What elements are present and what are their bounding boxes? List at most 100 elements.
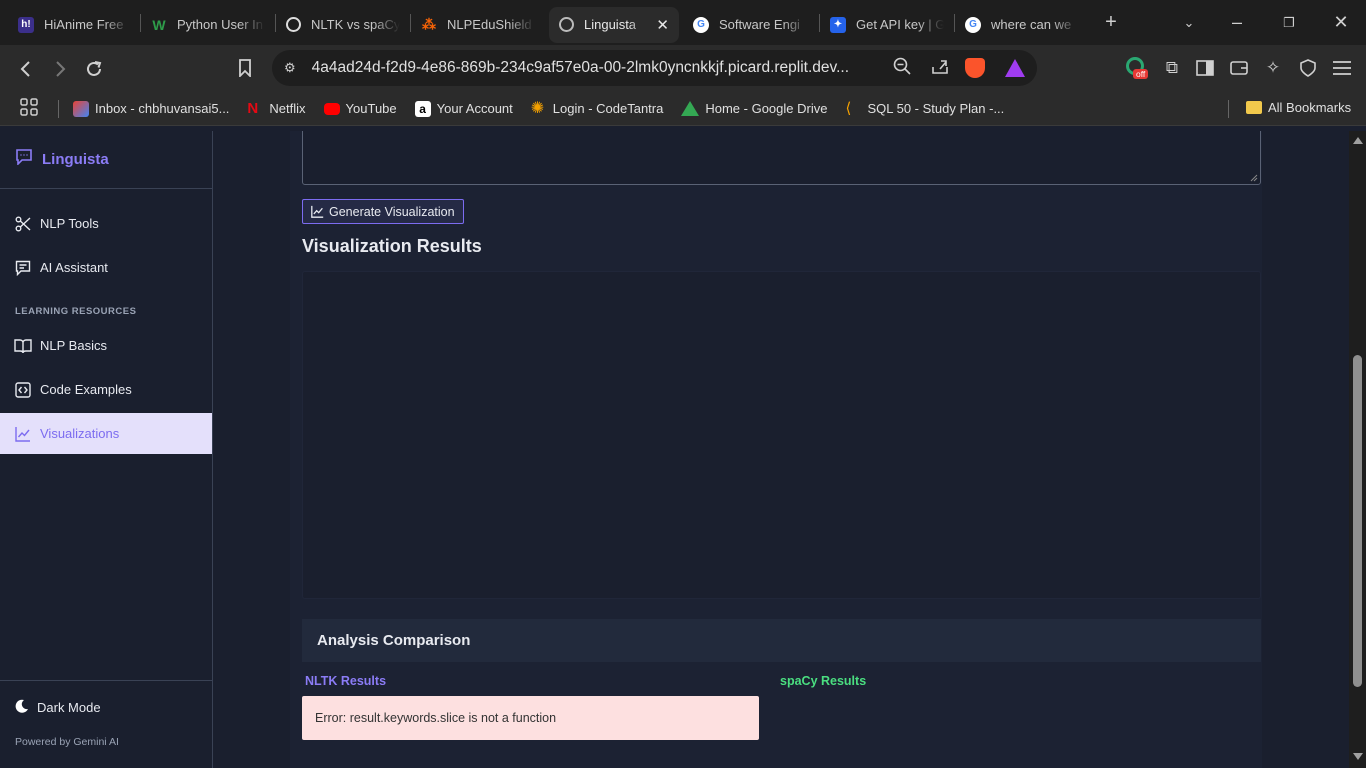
sidebar-footer: Dark Mode Powered by Gemini AI [0, 680, 212, 768]
bookmark-leetcode[interactable]: ⟨ SQL 50 - Study Plan -... [845, 99, 1004, 117]
sidebar-item-nlp-tools[interactable]: NLP Tools [0, 203, 212, 244]
bookmark-google-drive[interactable]: Home - Google Drive [681, 101, 827, 116]
browser-tab[interactable]: h! HiAnime Free [8, 7, 140, 43]
scroll-down-arrow-icon[interactable] [1353, 753, 1363, 760]
scroll-up-arrow-icon[interactable] [1353, 137, 1363, 144]
visualization-results-title: Visualization Results [302, 236, 482, 256]
reload-icon[interactable] [80, 55, 108, 83]
chatgpt-favicon-icon [286, 17, 301, 32]
brave-rewards-icon[interactable] [1005, 59, 1025, 77]
folder-icon [1246, 101, 1262, 114]
gmail-icon [73, 100, 89, 117]
nltk-results-label: NLTK Results [305, 674, 387, 688]
vpn-shield-icon[interactable] [1294, 54, 1322, 82]
sidebar-item-label: Code Examples [40, 382, 132, 397]
bookmark-page-icon[interactable] [231, 54, 259, 82]
brand-name: Linguista [42, 151, 109, 168]
leo-ai-icon[interactable]: ✧ [1259, 54, 1287, 82]
new-tab-icon[interactable]: + [1097, 9, 1125, 37]
wallet-icon[interactable] [1225, 54, 1253, 82]
sidebar-item-nlp-basics[interactable]: NLP Basics [0, 325, 212, 366]
sidebar-item-label: NLP Tools [40, 216, 99, 231]
google-favicon-icon: G [693, 16, 709, 33]
sidebar-item-code-examples[interactable]: Code Examples [0, 369, 212, 410]
bookmark-youtube[interactable]: YouTube [323, 101, 397, 116]
message-square-icon [14, 259, 32, 277]
generate-visualization-button[interactable]: Generate Visualization [302, 199, 464, 224]
powered-by-text: Powered by Gemini AI [15, 736, 119, 748]
bookmarks-bar: Inbox - chbhuvansai5... N Netflix YouTube… [0, 92, 1366, 126]
codetantra-gear-icon: ✺ [530, 99, 545, 117]
back-icon[interactable] [12, 55, 40, 83]
globe-favicon-icon [559, 17, 574, 32]
share-icon[interactable] [931, 57, 949, 80]
apps-grid-icon[interactable] [20, 98, 38, 119]
browser-tab[interactable]: G where can we [955, 7, 1089, 43]
analysis-comparison-title: Analysis Comparison [302, 619, 1261, 662]
line-chart-icon [311, 205, 324, 218]
chat-bubble-logo-icon [15, 149, 33, 170]
close-tab-icon[interactable]: ✕ [656, 16, 669, 34]
url-text[interactable]: 4a4ad24d-f2d9-4e86-869b-234c9af57e0a-00-… [312, 59, 885, 77]
browser-tab[interactable]: ⁂ NLPEduShield [411, 7, 545, 43]
bookmark-codetantra[interactable]: ✺ Login - CodeTantra [530, 99, 664, 117]
dark-mode-toggle[interactable]: Dark Mode [0, 699, 212, 716]
spacy-results-label: spaCy Results [780, 674, 867, 688]
bookmark-netflix[interactable]: N Netflix [247, 99, 305, 117]
extension-toggle-icon[interactable]: off [1126, 57, 1150, 81]
bookmarks-divider [58, 99, 59, 118]
scrollbar-thumb[interactable] [1353, 355, 1362, 687]
amazon-icon: a [414, 100, 431, 117]
browser-toolbar: ⚙ 4a4ad24d-f2d9-4e86-869b-234c9af57e0a-0… [0, 45, 1366, 92]
sidebar-toggle-icon[interactable] [1191, 54, 1219, 82]
leetcode-icon: ⟨ [845, 99, 852, 117]
code-square-icon [14, 381, 32, 399]
error-message: Error: result.keywords.slice is not a fu… [302, 696, 759, 740]
forward-icon[interactable] [46, 55, 74, 83]
site-settings-icon[interactable]: ⚙ [284, 60, 296, 76]
all-bookmarks-folder[interactable]: All Bookmarks [1246, 100, 1351, 115]
page-scrollbar[interactable] [1349, 131, 1366, 768]
bookmark-gmail[interactable]: Inbox - chbhuvansai5... [73, 100, 229, 117]
sidebar-item-visualizations[interactable]: Visualizations [0, 413, 212, 454]
brand[interactable]: Linguista [0, 131, 212, 189]
netflix-icon: N [247, 99, 259, 117]
line-chart-icon [14, 425, 32, 443]
brave-shield-icon[interactable] [965, 58, 985, 78]
browser-tab[interactable]: NLTK vs spaCy [276, 7, 410, 43]
browser-tab[interactable]: G Software Engi [683, 7, 819, 43]
dark-mode-label: Dark Mode [37, 700, 101, 715]
restore-icon[interactable]: ❐ [1275, 9, 1303, 37]
w-favicon-icon: W [152, 16, 166, 33]
sidebar-item-label: Visualizations [40, 426, 120, 441]
resize-handle-icon[interactable] [1250, 174, 1258, 182]
main-content: Generate Visualization Visualization Res… [213, 131, 1349, 768]
extension-badge: off [1133, 69, 1149, 79]
browser-tab[interactable]: ✦ Get API key | G [820, 7, 954, 43]
browser-tab-bar: h! HiAnime Free W Python User In NLTK vs… [0, 0, 1366, 45]
sidebar-item-label: NLP Basics [40, 338, 107, 353]
bookmark-amazon[interactable]: a Your Account [414, 100, 513, 117]
moon-icon [15, 699, 29, 716]
address-bar[interactable]: ⚙ 4a4ad24d-f2d9-4e86-869b-234c9af57e0a-0… [272, 50, 1037, 86]
visualization-panel: Generate Visualization Visualization Res… [290, 131, 1262, 768]
zoom-icon[interactable] [893, 57, 911, 80]
extensions-puzzle-icon[interactable]: ⧉ [1158, 54, 1186, 82]
book-open-icon [14, 337, 32, 355]
gemini-favicon-icon: ✦ [830, 16, 846, 33]
replit-favicon-icon: ⁂ [422, 16, 436, 32]
menu-icon[interactable] [1328, 54, 1356, 82]
text-input-area[interactable] [302, 131, 1261, 185]
browser-tab[interactable]: W Python User In [141, 7, 275, 43]
youtube-icon [323, 102, 340, 115]
app-sidebar: Linguista NLP Tools AI Assistant LEARNIN… [0, 131, 213, 768]
analysis-comparison-card: Analysis Comparison NLTK Results spaCy R… [302, 619, 1261, 768]
browser-tab-active[interactable]: Linguista ✕ [549, 6, 679, 43]
section-label: LEARNING RESOURCES [15, 306, 137, 317]
visualization-canvas [302, 271, 1261, 599]
close-window-icon[interactable]: ✕ [1327, 9, 1355, 37]
scissors-icon [14, 215, 32, 233]
sidebar-item-ai-assistant[interactable]: AI Assistant [0, 247, 212, 288]
tab-search-chevron-icon[interactable]: ⌄ [1175, 9, 1203, 37]
minimize-icon[interactable]: – [1223, 9, 1251, 37]
